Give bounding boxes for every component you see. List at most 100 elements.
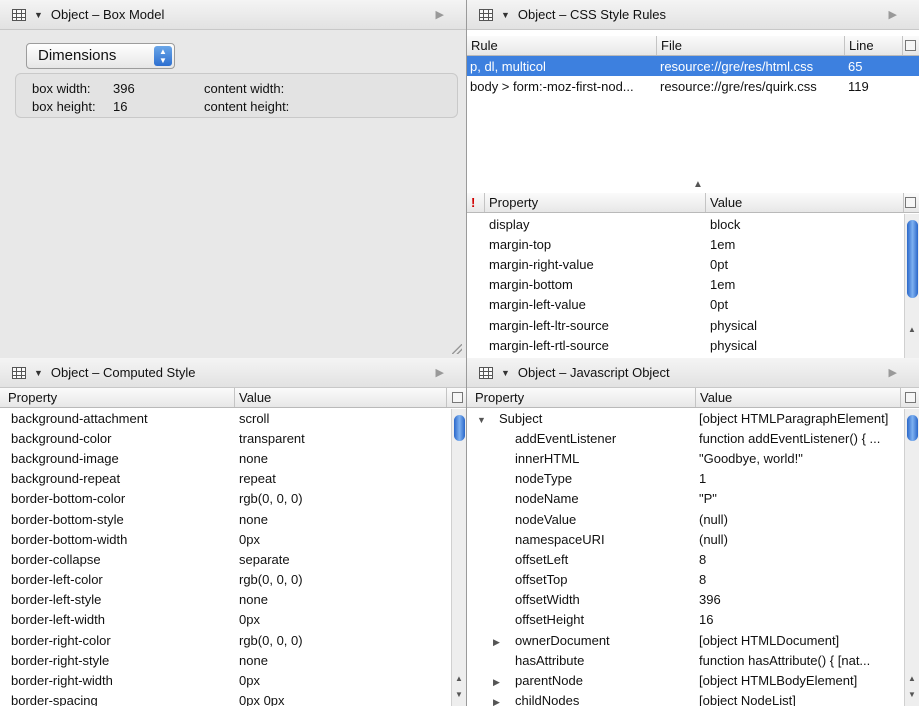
rule-line: 119	[848, 78, 869, 94]
panel-arrow-icon[interactable]: ▶	[889, 366, 897, 379]
js-row[interactable]: offsetTop 8	[467, 570, 904, 590]
computed-scrollbar[interactable]: ▲ ▼	[451, 409, 466, 706]
computed-row[interactable]: border-bottom-width 0px	[0, 529, 450, 549]
grid-icon[interactable]	[12, 8, 26, 21]
js-row[interactable]: namespaceURI (null)	[467, 529, 904, 549]
js-row[interactable]: offsetHeight 16	[467, 610, 904, 630]
rule-row[interactable]: body > form:-moz-first-nod... resource://…	[467, 76, 919, 96]
collapsed-triangle-icon[interactable]: ▶	[493, 677, 515, 688]
js-row[interactable]: offsetWidth 396	[467, 590, 904, 610]
rules-table-header: Rule File Line	[467, 36, 919, 56]
scroll-up-icon[interactable]: ▲	[905, 324, 919, 336]
disclosure-triangle-icon[interactable]: ▼	[34, 10, 43, 20]
column-header-property[interactable]: Property	[0, 388, 235, 407]
column-picker-icon[interactable]	[905, 197, 916, 208]
computed-row[interactable]: background-image none	[0, 448, 450, 468]
column-picker-icon[interactable]	[905, 40, 916, 51]
disclosure-triangle-icon[interactable]: ▼	[34, 368, 43, 378]
collapsed-triangle-icon[interactable]: ▶	[493, 697, 515, 706]
column-header-file[interactable]: File	[657, 36, 845, 55]
box-width-value: 396	[113, 81, 135, 96]
panel-arrow-icon[interactable]: ▶	[889, 8, 897, 21]
computed-row[interactable]: border-right-width 0px	[0, 670, 450, 690]
js-row[interactable]: nodeType 1	[467, 469, 904, 489]
collapsed-triangle-icon[interactable]: ▶	[493, 637, 515, 648]
properties-scrollbar[interactable]: ▲	[904, 214, 919, 358]
properties-table-body: display block margin-top 1em margin-right-va…	[467, 214, 904, 355]
column-header-line[interactable]: Line	[845, 36, 903, 55]
js-row[interactable]: nodeName "P"	[467, 489, 904, 509]
property-row[interactable]: margin-left-ltr-source physical	[467, 315, 904, 335]
computed-row[interactable]: border-spacing 0px 0px	[0, 691, 450, 706]
property-value: rgb(0, 0, 0)	[239, 572, 303, 588]
property-row[interactable]: margin-left-value 0pt	[467, 295, 904, 315]
property-name: addEventListener	[515, 430, 617, 446]
js-row[interactable]: nodeValue (null)	[467, 509, 904, 529]
scroll-down-icon[interactable]: ▼	[905, 689, 919, 701]
panel-arrow-icon[interactable]: ▶	[436, 366, 444, 379]
property-name: margin-left-rtl-source	[489, 337, 609, 353]
js-row[interactable]: ▶ ownerDocument [object HTMLDocument]	[467, 630, 904, 650]
property-value: 8	[699, 572, 707, 588]
property-value: (null)	[699, 511, 728, 527]
js-row[interactable]: offsetLeft 8	[467, 549, 904, 569]
dimensions-dropdown[interactable]: Dimensions ▲ ▼	[26, 43, 175, 69]
column-header-value[interactable]: Value	[696, 388, 901, 407]
js-row[interactable]: ▼ Subject [object HTMLParagraphElement]	[467, 408, 904, 428]
column-header-rule[interactable]: Rule	[467, 36, 657, 55]
scroll-up-icon[interactable]: ▲	[905, 673, 919, 685]
property-name: nodeType	[515, 471, 573, 487]
js-row[interactable]: ▶ parentNode [object HTMLBodyElement]	[467, 670, 904, 690]
disclosure-triangle-icon[interactable]: ▼	[501, 10, 510, 20]
scroll-up-icon[interactable]: ▲	[452, 673, 466, 685]
scrollbar-thumb[interactable]	[907, 415, 918, 441]
expanded-triangle-icon[interactable]: ▼	[477, 415, 499, 425]
property-name: margin-bottom	[489, 277, 573, 293]
property-row[interactable]: margin-bottom 1em	[467, 275, 904, 295]
computed-row[interactable]: border-right-style none	[0, 650, 450, 670]
property-row[interactable]: margin-left-rtl-source physical	[467, 335, 904, 355]
property-value: (null)	[699, 531, 728, 547]
computed-row[interactable]: border-left-color rgb(0, 0, 0)	[0, 570, 450, 590]
computed-row[interactable]: border-left-style none	[0, 590, 450, 610]
js-row[interactable]: ▶ childNodes [object NodeList]	[467, 691, 904, 706]
resize-grip-icon[interactable]	[452, 344, 462, 354]
js-row[interactable]: addEventListener function addEventListene…	[467, 428, 904, 448]
column-picker-icon[interactable]	[452, 392, 463, 403]
property-name: background-attachment	[11, 410, 148, 426]
splitter-grip-icon[interactable]: ▲	[693, 179, 703, 190]
computed-row[interactable]: background-repeat repeat	[0, 469, 450, 489]
computed-row[interactable]: border-left-width 0px	[0, 610, 450, 630]
column-header-value[interactable]: Value	[706, 193, 904, 212]
column-header-important[interactable]: !	[467, 193, 485, 212]
computed-row[interactable]: border-collapse separate	[0, 549, 450, 569]
scrollbar-thumb[interactable]	[907, 220, 918, 298]
scrollbar-thumb[interactable]	[454, 415, 465, 441]
property-row[interactable]: margin-top 1em	[467, 234, 904, 254]
computed-row[interactable]: border-bottom-style none	[0, 509, 450, 529]
computed-row[interactable]: background-color transparent	[0, 428, 450, 448]
column-picker-icon[interactable]	[905, 392, 916, 403]
rule-row[interactable]: p, dl, multicol resource://gre/res/html.c…	[467, 56, 919, 77]
column-header-value[interactable]: Value	[235, 388, 447, 407]
scroll-down-icon[interactable]: ▼	[452, 689, 466, 701]
computed-row[interactable]: border-right-color rgb(0, 0, 0)	[0, 630, 450, 650]
rule-file: resource://gre/res/quirk.css	[660, 78, 817, 94]
property-row[interactable]: display block	[467, 214, 904, 234]
js-scrollbar[interactable]: ▲ ▼	[904, 409, 919, 706]
grid-icon[interactable]	[479, 8, 493, 21]
computed-style-titlebar: ▼ Object – Computed Style ▶	[0, 358, 466, 388]
column-header-property[interactable]: Property	[467, 388, 696, 407]
property-row[interactable]: margin-right-value 0pt	[467, 254, 904, 274]
css-rules-titlebar: ▼ Object – CSS Style Rules ▶	[467, 0, 919, 30]
disclosure-triangle-icon[interactable]: ▼	[501, 368, 510, 378]
column-header-property[interactable]: Property	[485, 193, 706, 212]
grid-icon[interactable]	[12, 366, 26, 379]
property-value: 396	[699, 592, 721, 608]
js-row[interactable]: innerHTML "Goodbye, world!"	[467, 448, 904, 468]
computed-row[interactable]: background-attachment scroll	[0, 408, 450, 428]
js-row[interactable]: hasAttribute function hasAttribute() { [n…	[467, 650, 904, 670]
computed-row[interactable]: border-bottom-color rgb(0, 0, 0)	[0, 489, 450, 509]
panel-arrow-icon[interactable]: ▶	[436, 8, 444, 21]
grid-icon[interactable]	[479, 366, 493, 379]
